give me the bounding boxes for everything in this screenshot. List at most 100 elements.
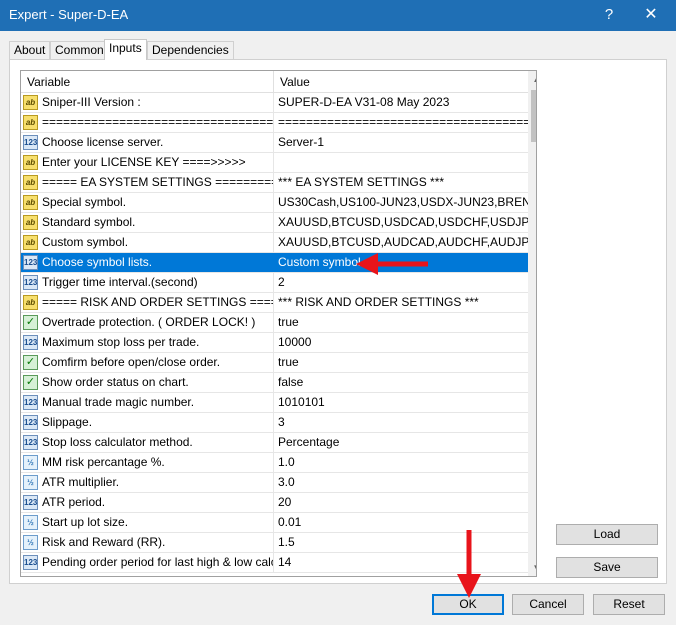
table-row[interactable]: ✓ Show order status on chart. false [21,373,528,393]
tab-about[interactable]: About [9,41,51,59]
table-row[interactable]: 123 Manual trade magic number. 1010101 [21,393,528,413]
save-button[interactable]: Save [556,557,658,578]
variable-cell[interactable]: ab Sniper-III Version : [21,93,274,112]
table-row[interactable]: ✓ Overtrade protection. ( ORDER LOCK! ) tr… [21,313,528,333]
value-cell[interactable]: Percentage [274,433,528,452]
table-row[interactable]: 123 Maximum stop loss per trade. 10000 [21,333,528,353]
value-cell[interactable]: false [274,373,528,392]
scroll-down-icon[interactable]: ▼ [528,559,536,576]
value-cell[interactable]: true [274,353,528,372]
value-cell[interactable] [274,153,528,172]
table-row[interactable]: 123 Choose symbol lists. Custom symbol [21,253,528,273]
value-cell[interactable]: 20 [274,493,528,512]
help-icon[interactable]: ? [598,4,620,26]
value-cell[interactable]: 2 [274,273,528,292]
vertical-scrollbar[interactable]: ▲ ▼ [528,71,536,576]
table-row[interactable]: ab ===== RISK AND ORDER SETTINGS =====...… [21,293,528,313]
variable-cell[interactable]: 123 Trigger time interval.(second) [21,273,274,292]
value-cell[interactable]: 1010101 [274,393,528,412]
variable-cell[interactable]: ✓ Comfirm before open/close order. [21,353,274,372]
variable-cell[interactable]: ab Enter your LICENSE KEY ====>>>>> [21,153,274,172]
variable-cell[interactable]: ½ ATR multiplier. [21,473,274,492]
variable-cell[interactable]: 123 Choose license server. [21,133,274,152]
variable-cell[interactable]: ab ===== RISK AND ORDER SETTINGS =====... [21,293,274,312]
reset-button[interactable]: Reset [593,594,665,615]
load-button[interactable]: Load [556,524,658,545]
value-cell[interactable]: 3 [274,413,528,432]
tab-common[interactable]: Common [50,41,109,59]
value-cell[interactable]: Custom symbol [274,253,528,272]
tab-dependencies[interactable]: Dependencies [147,41,234,59]
table-row[interactable]: ½ MM risk percantage %. 1.0 [21,453,528,473]
variable-cell[interactable]: ✓ Show order status on chart. [21,373,274,392]
table-row[interactable]: ½ Start up lot size. 0.01 [21,513,528,533]
variable-cell[interactable]: 123 Slippage. [21,413,274,432]
variable-cell[interactable]: 123 Pending order period for last high & … [21,553,274,572]
variable-cell[interactable]: ab Special symbol. [21,193,274,212]
value-cell[interactable]: *** RISK AND ORDER SETTINGS *** [274,293,528,312]
table-row[interactable]: 123 Slippage. 3 [21,413,528,433]
value-cell[interactable]: 1.5 [274,533,528,552]
value-cell[interactable]: ======================================== [274,113,528,132]
value-cell[interactable]: true [274,313,528,332]
value-cell[interactable]: 1.0 [274,453,528,472]
column-header-variable[interactable]: Variable [21,71,274,93]
close-icon[interactable]: ✕ [640,4,662,26]
bool-type-icon: ✓ [23,315,38,330]
enum-type-icon: 123 [23,435,38,450]
table-row[interactable]: ab Special symbol. US30Cash,US100-JUN23,US… [21,193,528,213]
variable-cell[interactable]: ab Standard symbol. [21,213,274,232]
value-cell[interactable]: XAUUSD,BTCUSD,AUDCAD,AUDCHF,AUDJPY,... [274,233,528,252]
string-type-icon: ab [23,115,38,130]
variable-cell[interactable]: ab Custom symbol. [21,233,274,252]
variable-label: Show order status on chart. [42,375,189,389]
value-cell[interactable]: 0.01 [274,513,528,532]
table-row[interactable]: 123 Stop loss calculator method. Percentag… [21,433,528,453]
table-row[interactable]: 123 Choose license server. Server-1 [21,133,528,153]
variable-label: Comfirm before open/close order. [42,355,221,369]
cancel-button[interactable]: Cancel [512,594,584,615]
enum-type-icon: 123 [23,395,38,410]
scrollbar-thumb[interactable] [531,90,536,142]
scroll-up-icon[interactable]: ▲ [528,71,536,88]
table-row[interactable]: ab ================================= =====… [21,113,528,133]
string-type-icon: ab [23,235,38,250]
value-cell[interactable]: Server-1 [274,133,528,152]
variable-label: Maximum stop loss per trade. [42,335,200,349]
variable-cell[interactable]: ab ======================================… [21,113,274,132]
table-row[interactable]: ab Enter your LICENSE KEY ====>>>>> [21,153,528,173]
variable-cell[interactable]: ✓ Overtrade protection. ( ORDER LOCK! ) [21,313,274,332]
table-row[interactable]: ½ Risk and Reward (RR). 1.5 [21,533,528,553]
table-row[interactable]: ab ===== EA SYSTEM SETTINGS ============ *… [21,173,528,193]
value-cell[interactable]: *** EA SYSTEM SETTINGS *** [274,173,528,192]
value-cell[interactable]: 3.0 [274,473,528,492]
variable-label: MM risk percantage %. [42,455,165,469]
ok-button[interactable]: OK [432,594,504,615]
table-row[interactable]: ✓ Comfirm before open/close order. true [21,353,528,373]
variable-cell[interactable]: 123 Stop loss calculator method. [21,433,274,452]
grid-rows: ab Sniper-III Version : SUPER-D-EA V31-08 … [21,93,528,573]
table-row[interactable]: 123 Pending order period for last high & … [21,553,528,573]
variable-cell[interactable]: ab ===== EA SYSTEM SETTINGS ============ [21,173,274,192]
table-row[interactable]: 123 Trigger time interval.(second) 2 [21,273,528,293]
table-row[interactable]: 123 ATR period. 20 [21,493,528,513]
variable-cell[interactable]: 123 Choose symbol lists. [21,253,274,272]
value-cell[interactable]: SUPER-D-EA V31-08 May 2023 [274,93,528,112]
table-row[interactable]: ½ ATR multiplier. 3.0 [21,473,528,493]
variable-cell[interactable]: ½ MM risk percantage %. [21,453,274,472]
value-cell[interactable]: XAUUSD,BTCUSD,USDCAD,USDCHF,USDJPY,... [274,213,528,232]
table-row[interactable]: ab Custom symbol. XAUUSD,BTCUSD,AUDCAD,AUD… [21,233,528,253]
value-cell[interactable]: 10000 [274,333,528,352]
variable-cell[interactable]: 123 Manual trade magic number. [21,393,274,412]
column-header-value[interactable]: Value [274,71,528,93]
variable-cell[interactable]: 123 ATR period. [21,493,274,512]
table-row[interactable]: ab Sniper-III Version : SUPER-D-EA V31-08 … [21,93,528,113]
table-row[interactable]: ab Standard symbol. XAUUSD,BTCUSD,USDCAD,U… [21,213,528,233]
value-cell[interactable]: US30Cash,US100-JUN23,USDX-JUN23,BRENT-..… [274,193,528,212]
tab-inputs[interactable]: Inputs [104,39,147,60]
value-cell[interactable]: 14 [274,553,528,572]
variable-cell[interactable]: ½ Risk and Reward (RR). [21,533,274,552]
variable-label: Special symbol. [42,195,127,209]
variable-cell[interactable]: ½ Start up lot size. [21,513,274,532]
variable-cell[interactable]: 123 Maximum stop loss per trade. [21,333,274,352]
